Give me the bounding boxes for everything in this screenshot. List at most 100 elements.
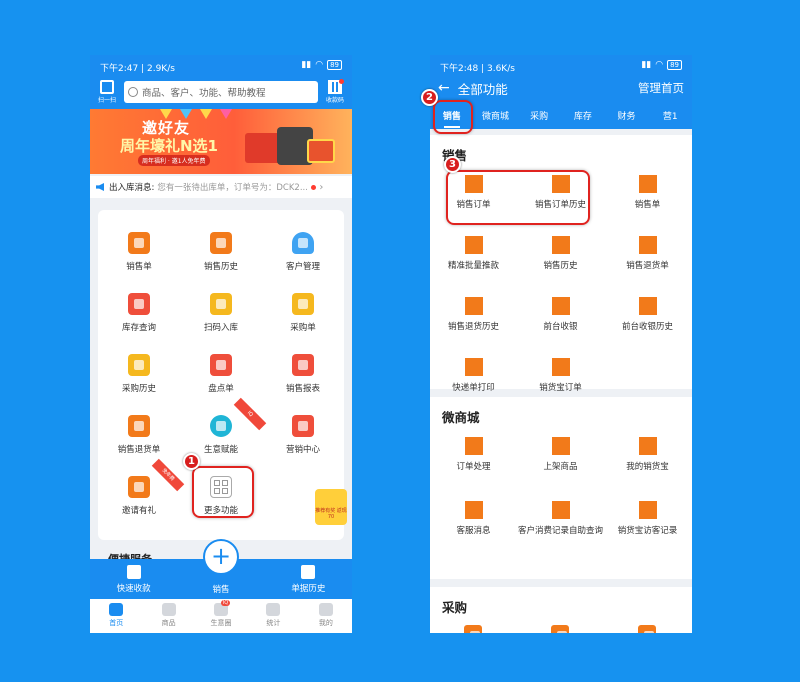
function-item[interactable]: 销售单 bbox=[604, 175, 691, 211]
speaker-icon bbox=[96, 183, 104, 191]
function-icon bbox=[551, 236, 570, 254]
grid-item[interactable]: 采购单 bbox=[262, 281, 344, 341]
qr-label: 收款码 bbox=[325, 97, 344, 104]
notice-dot bbox=[311, 184, 317, 190]
function-item[interactable]: 精准批量推款 bbox=[430, 236, 517, 272]
status-bar: 下午2:48 | 3.6K/s ▮▮ ◠ 89 bbox=[430, 55, 692, 75]
tab-label: 生意圈 bbox=[210, 619, 232, 627]
banner-tagline: 周年福利 · 邀1人免年费 bbox=[138, 155, 210, 166]
grid-item[interactable]: 客户管理 bbox=[262, 220, 344, 280]
referral-promo-badge[interactable]: 推荐有奖 返现70 bbox=[315, 489, 347, 525]
section-purchase: 采购 bbox=[430, 587, 692, 633]
purchase-order-icon bbox=[292, 293, 314, 315]
status-bar: 下午2:47 | 2.9K/s ▮▮ ◠ 89 bbox=[90, 55, 352, 75]
section-micro-mall: 微商城 订单处理 上架商品 我的销货宝 客服消息 客户消费记录自助查询 销货宝访客记录 bbox=[430, 397, 692, 579]
step-badge-1: 1 bbox=[183, 453, 200, 470]
function-icon bbox=[551, 297, 570, 315]
status-time: 下午2:48 bbox=[440, 64, 479, 74]
tab-item[interactable]: 我的 bbox=[300, 599, 352, 633]
function-item[interactable]: 前台收银 bbox=[517, 297, 604, 333]
quick-pay-button[interactable]: 快速收款 bbox=[90, 559, 177, 599]
purchase-icon bbox=[638, 625, 656, 633]
invite-gift-icon bbox=[128, 476, 150, 498]
scan-label: 扫一扫 bbox=[97, 97, 116, 104]
category-tab[interactable]: 采购 bbox=[517, 103, 561, 129]
phone-home-screen: 下午2:47 | 2.9K/s ▮▮ ◠ 89 扫一扫 商品、客户、功能、帮助教程 … bbox=[90, 55, 352, 633]
payment-qr-button[interactable]: 收款码 bbox=[318, 77, 352, 107]
grid-item[interactable]: 销售单 bbox=[98, 220, 180, 280]
phone-all-functions: 下午2:48 | 3.6K/s ▮▮ ◠ 89 ← 全部功能 管理首页 销售 微商城采… bbox=[430, 55, 692, 633]
tab-icon bbox=[161, 603, 176, 616]
back-arrow-icon[interactable]: ← bbox=[438, 80, 450, 96]
bunting-flag bbox=[220, 109, 232, 119]
function-item[interactable]: 销售退货历史 bbox=[430, 297, 517, 333]
signal-icon: ▮▮ bbox=[301, 60, 312, 70]
function-item[interactable]: 前台收银历史 bbox=[604, 297, 691, 333]
function-icon bbox=[464, 297, 483, 315]
function-item[interactable]: 销货宝访客记录 bbox=[604, 501, 691, 537]
function-item[interactable]: 客服消息 bbox=[430, 501, 517, 537]
grid-item-label: 采购历史 bbox=[121, 384, 156, 394]
notification-dot bbox=[339, 79, 344, 84]
scan-button[interactable]: 扫一扫 bbox=[90, 77, 124, 107]
notice-message: 您有一张待出库单，订单号为：DCK2... bbox=[157, 183, 308, 193]
status-speed: 2.9K/s bbox=[146, 64, 175, 74]
function-item[interactable]: 订单处理 bbox=[430, 437, 517, 473]
function-item[interactable]: 客户消费记录自助查询 bbox=[517, 501, 604, 537]
wifi-icon: ◠ bbox=[315, 60, 324, 70]
doc-history-button[interactable]: 单据历史 bbox=[265, 559, 352, 599]
function-icon bbox=[638, 236, 657, 254]
search-input[interactable]: 商品、客户、功能、帮助教程 bbox=[124, 81, 318, 103]
sales-report-icon bbox=[292, 354, 314, 376]
function-icon bbox=[464, 236, 483, 254]
grid-item-label: 销售报表 bbox=[285, 384, 320, 394]
grid-item[interactable]: 盘点单 bbox=[180, 342, 262, 402]
function-item[interactable]: 我的销货宝 bbox=[604, 437, 691, 473]
function-icon bbox=[551, 501, 570, 519]
grid-item[interactable]: 销售历史 bbox=[180, 220, 262, 280]
grid-item-label: 邀请有礼 bbox=[121, 506, 156, 516]
function-label: 销货宝访客记录 bbox=[617, 526, 678, 536]
function-icon bbox=[638, 501, 657, 519]
grid-item[interactable]: 营销中心 bbox=[262, 403, 344, 463]
manage-home-button[interactable]: 管理首页 bbox=[638, 80, 684, 96]
grid-item[interactable]: 采购历史 bbox=[98, 342, 180, 402]
status-time: 下午2:47 bbox=[100, 64, 139, 74]
function-item[interactable]: 快递单打印 bbox=[430, 358, 517, 394]
search-icon bbox=[128, 87, 138, 97]
grid-item[interactable]: 库存查询 bbox=[98, 281, 180, 341]
customer-icon bbox=[292, 232, 314, 254]
home-header: 下午2:47 | 2.9K/s ▮▮ ◠ 89 扫一扫 商品、客户、功能、帮助教程 … bbox=[90, 55, 352, 109]
function-item[interactable]: 销售历史 bbox=[517, 236, 604, 272]
tab-label: 我的 bbox=[318, 619, 333, 627]
function-item[interactable]: 销售退货单 bbox=[604, 236, 691, 272]
grid-item[interactable]: 销售退货单 bbox=[98, 403, 180, 463]
function-label: 销售退货单 bbox=[626, 261, 669, 271]
grid-item-label: 扫码入库 bbox=[203, 323, 238, 333]
category-tab[interactable]: 微商城 bbox=[474, 103, 518, 129]
stock-notice-bar[interactable]: 出入库消息: 您有一张待出库单，订单号为：DCK2... › bbox=[90, 176, 352, 198]
tab-item[interactable]: 统计 bbox=[247, 599, 299, 633]
grid-item-label: 销售单 bbox=[126, 262, 152, 272]
tab-icon bbox=[266, 603, 281, 616]
bottom-tab-bar: 首页 商品 生意圈 IQ 统计 我的 bbox=[90, 599, 352, 633]
promo-banner[interactable]: 邀好友 周年壕礼N选1 周年福利 · 邀1人免年费 bbox=[90, 109, 352, 174]
sales-history-icon bbox=[210, 232, 232, 254]
grid-item[interactable]: 邀请有礼 免年费 bbox=[98, 458, 185, 524]
function-item[interactable]: 销货宝订单 bbox=[517, 358, 604, 394]
category-tab[interactable]: 库存 bbox=[561, 103, 605, 129]
purchase-icon bbox=[464, 625, 482, 633]
tab-item[interactable]: 首页 bbox=[90, 599, 142, 633]
add-button[interactable]: + bbox=[203, 539, 239, 575]
highlight-sales-tab bbox=[433, 100, 473, 134]
grid-item-label: 盘点单 bbox=[208, 384, 234, 394]
grid-item[interactable]: 扫码入库 bbox=[180, 281, 262, 341]
category-tab[interactable]: 财务 bbox=[605, 103, 649, 129]
step-badge-3: 3 bbox=[444, 156, 461, 173]
function-item[interactable]: 上架商品 bbox=[517, 437, 604, 473]
purchase-icon bbox=[551, 625, 569, 633]
category-tab[interactable]: 营1 bbox=[648, 103, 692, 129]
grid-item[interactable]: 销售报表 bbox=[262, 342, 344, 402]
tab-item[interactable]: 生意圈 IQ bbox=[195, 599, 247, 633]
tab-item[interactable]: 商品 bbox=[142, 599, 194, 633]
